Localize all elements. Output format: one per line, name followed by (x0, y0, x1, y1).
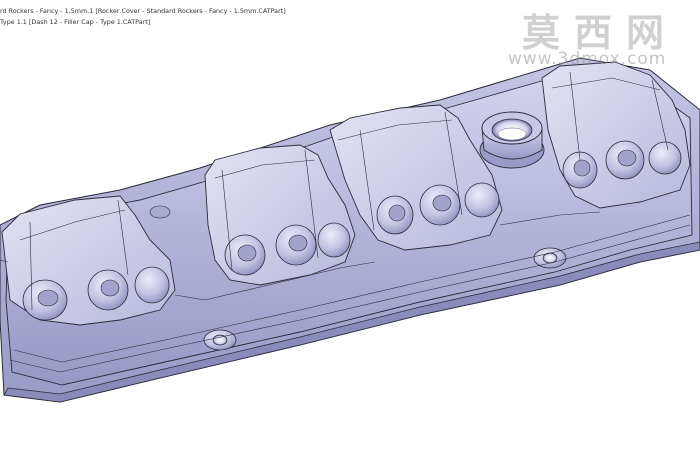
bulge-1c (134, 266, 170, 304)
watermark-logo: 莫西网 www.3dmox.com (504, 2, 700, 74)
tree-node-filler-cap[interactable]: Type 1.1 [Dash 12 - Filler Cap - Type 1.… (0, 17, 286, 28)
watermark-url-text: www.3dmox.com (508, 49, 667, 69)
filler-cap[interactable] (479, 111, 545, 169)
bulge-4c (648, 141, 682, 175)
tree-node-rocker-cover[interactable]: rd Rockers - Fancy - 1.5mm.1 [Rocker Cov… (0, 6, 286, 17)
bulge-3c (464, 182, 500, 218)
specification-tree: rd Rockers - Fancy - 1.5mm.1 [Rocker Cov… (0, 6, 286, 28)
bolt-boss-top-left (149, 205, 171, 219)
3d-viewport[interactable]: rd Rockers - Fancy - 1.5mm.1 [Rocker Cov… (0, 0, 700, 465)
bolt-boss-rear (533, 247, 567, 269)
bulge-2c (317, 222, 351, 258)
bolt-boss-front (203, 329, 237, 351)
